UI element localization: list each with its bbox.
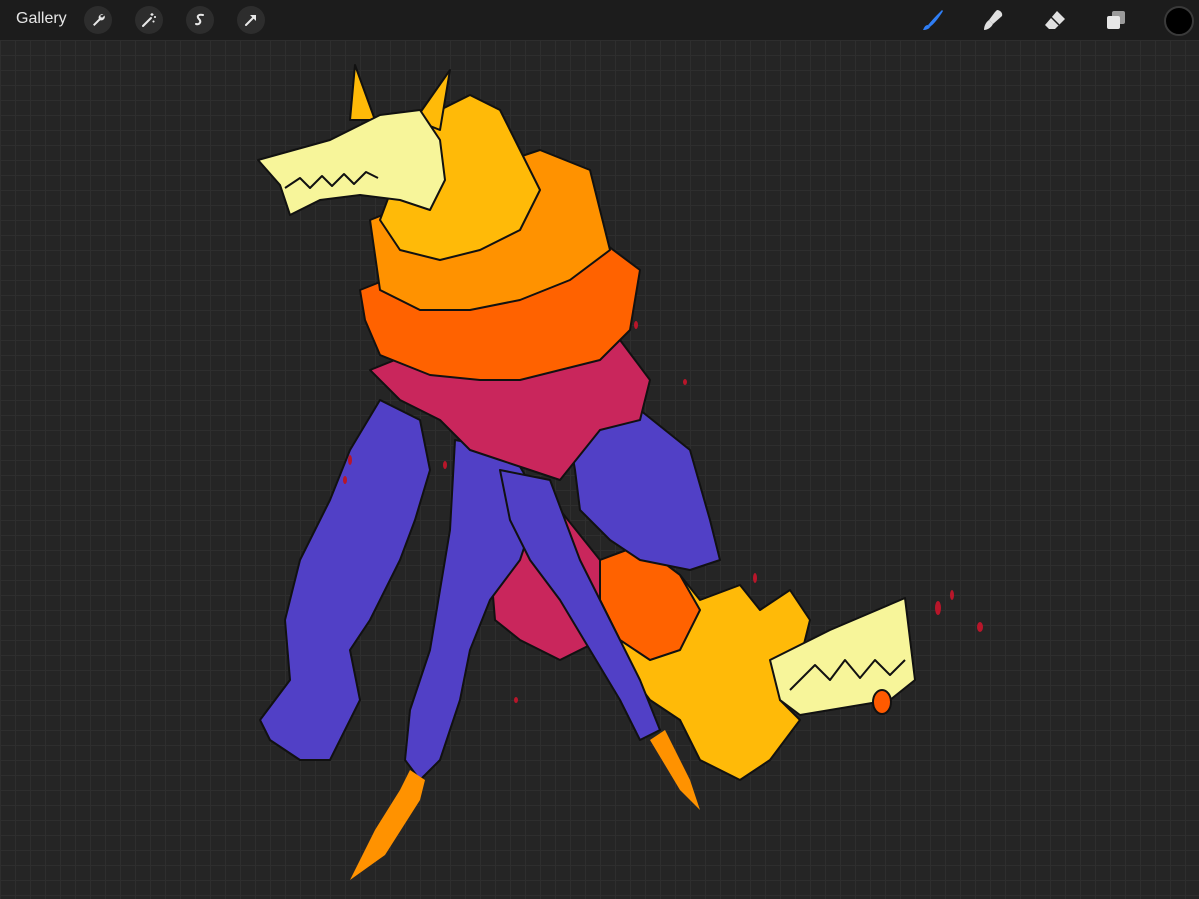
smudge-icon [984,10,1003,30]
wrench-icon [93,14,105,26]
magic-wand-icon [142,13,156,27]
selection-button[interactable] [186,6,214,34]
wolf-artwork [257,64,983,880]
left-arm [259,399,431,761]
top-toolbar: Gallery [0,0,1199,40]
wolf-head [257,109,446,216]
brush-tool[interactable] [918,5,948,35]
eraser-icon [1045,11,1065,29]
layers-button[interactable] [1101,5,1131,35]
gallery-button[interactable]: Gallery [16,10,67,28]
adjustments-button[interactable] [135,6,163,34]
eraser-tool[interactable] [1040,5,1070,35]
ear-left [349,64,376,121]
color-swatch[interactable] [1164,6,1194,36]
smudge-tool[interactable] [978,5,1008,35]
drawing-canvas[interactable] [0,40,1199,899]
transform-button[interactable] [237,6,265,34]
brush-icon [923,10,943,30]
layers-icon [1107,11,1125,29]
selection-icon [195,13,204,26]
foot-flame-left [350,770,425,880]
actions-button[interactable] [84,6,112,34]
transform-arrow-icon [245,15,256,26]
